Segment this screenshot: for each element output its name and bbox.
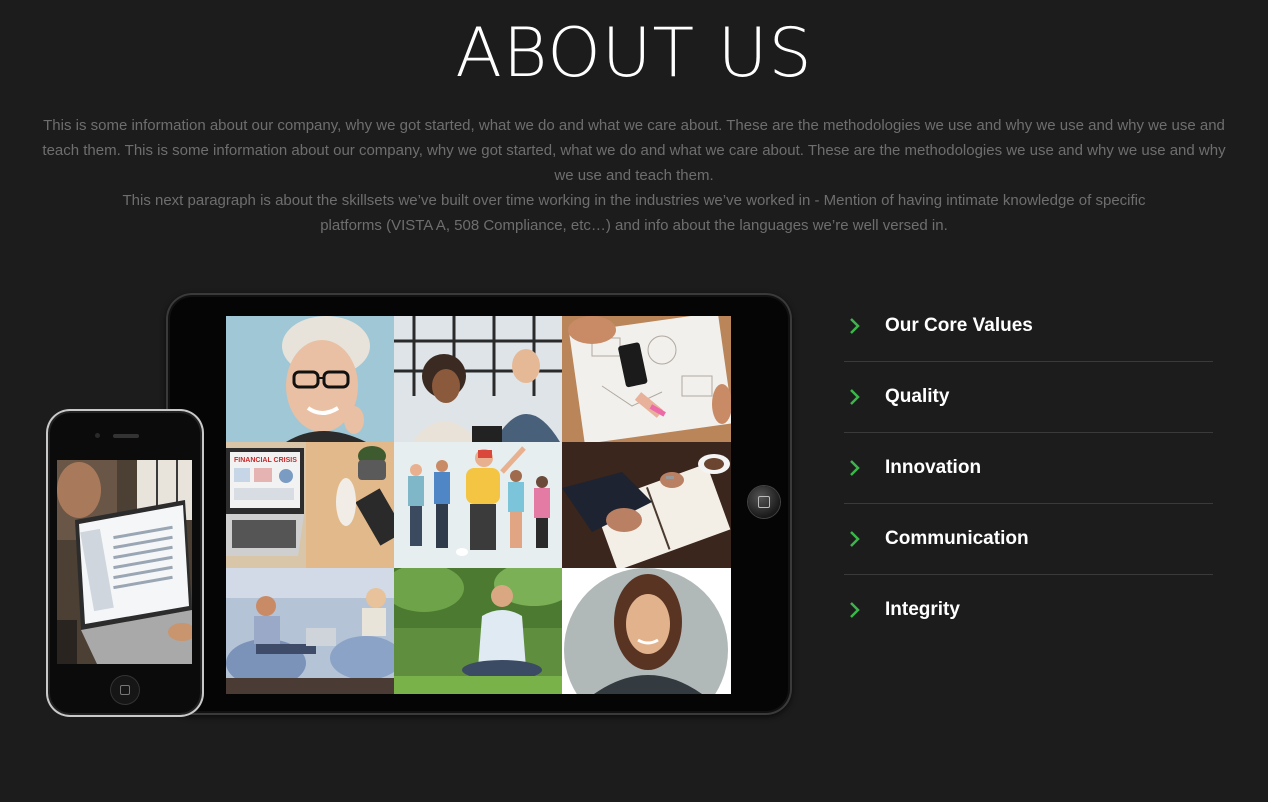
chevron-right-icon bbox=[844, 386, 866, 408]
people-illustration bbox=[394, 442, 562, 568]
chevron-right-icon bbox=[844, 599, 866, 621]
value-label: Communication bbox=[885, 528, 1029, 549]
value-label: Our Core Values bbox=[885, 315, 1033, 336]
intro-text: This is some information about our compa… bbox=[40, 113, 1228, 238]
value-item-communication[interactable]: Communication bbox=[844, 504, 1213, 575]
phone-mockup bbox=[46, 409, 204, 717]
value-label: Quality bbox=[885, 386, 950, 407]
laptop-screen-text: FINANCIAL CRISIS bbox=[234, 457, 297, 464]
value-label: Innovation bbox=[885, 457, 982, 478]
values-list: Our Core Values Quality Innovation Commu… bbox=[844, 291, 1213, 645]
smiling-woman-photo bbox=[562, 568, 731, 694]
planning-desk-photo bbox=[562, 316, 731, 442]
chevron-right-icon bbox=[844, 528, 866, 550]
man-on-grass-photo bbox=[394, 568, 562, 694]
tablet-mockup: FINANCIAL CRISIS bbox=[166, 293, 792, 715]
phone-home-button bbox=[111, 676, 139, 704]
value-label: Integrity bbox=[885, 599, 960, 620]
intro-paragraph-1: This is some information about our compa… bbox=[42, 117, 1226, 184]
phone-screen-photo bbox=[57, 460, 192, 664]
intro-paragraph-2: This next paragraph is about the skillse… bbox=[122, 192, 1146, 234]
couple-with-laptop-photo bbox=[226, 568, 394, 694]
laptop-financial-crisis-photo: FINANCIAL CRISIS bbox=[226, 442, 394, 568]
chevron-right-icon bbox=[844, 315, 866, 337]
page-title: ABOUT US bbox=[455, 14, 813, 93]
phone-speaker bbox=[113, 434, 139, 438]
value-item-our-core-values[interactable]: Our Core Values bbox=[844, 291, 1213, 362]
woman-with-glasses-photo bbox=[226, 316, 394, 442]
about-us-section: ABOUT US This is some information about … bbox=[0, 0, 1268, 802]
value-item-innovation[interactable]: Innovation bbox=[844, 433, 1213, 504]
chevron-right-icon bbox=[844, 457, 866, 479]
photo-collage: FINANCIAL CRISIS bbox=[226, 316, 731, 694]
office-meeting-photo bbox=[394, 316, 562, 442]
value-item-quality[interactable]: Quality bbox=[844, 362, 1213, 433]
phone-camera bbox=[95, 433, 100, 438]
value-item-integrity[interactable]: Integrity bbox=[844, 575, 1213, 645]
planner-notebook-photo bbox=[562, 442, 731, 568]
tablet-home-button bbox=[748, 486, 780, 518]
